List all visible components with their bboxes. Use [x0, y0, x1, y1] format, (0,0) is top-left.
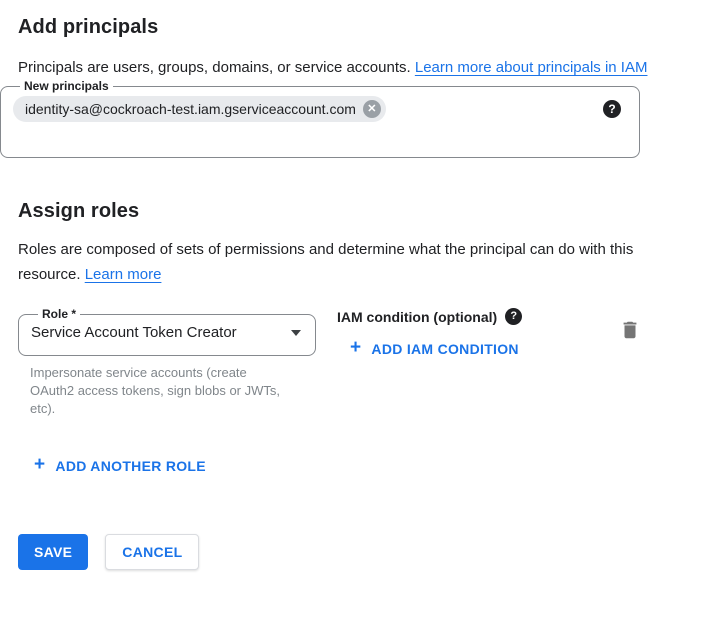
iam-condition-column: IAM condition (optional) ? + ADD IAM CON… [337, 308, 522, 359]
role-label: Role * [38, 308, 80, 320]
plus-icon: + [350, 338, 361, 357]
new-principals-field[interactable]: New principals identity-sa@cockroach-tes… [0, 80, 640, 158]
iam-condition-help-icon[interactable]: ? [505, 308, 522, 325]
add-iam-condition-button[interactable]: + ADD IAM CONDITION [350, 339, 519, 358]
chip-remove-icon[interactable]: ✕ [363, 100, 381, 118]
trash-icon [619, 329, 641, 344]
cancel-button[interactable]: CANCEL [105, 534, 199, 570]
save-button[interactable]: SAVE [18, 534, 88, 570]
add-another-role-button[interactable]: + ADD ANOTHER ROLE [34, 456, 206, 475]
principals-description-text: Principals are users, groups, domains, o… [18, 59, 411, 76]
assign-roles-title: Assign roles [18, 198, 713, 224]
page-title: Add principals [18, 0, 713, 40]
role-selected-value: Service Account Token Creator [31, 324, 237, 341]
role-label-text: Role * [42, 307, 76, 321]
delete-role-button[interactable] [619, 319, 641, 344]
iam-condition-label-row: IAM condition (optional) ? [337, 308, 522, 325]
role-description-text: Impersonate service accounts (create OAu… [30, 364, 280, 418]
new-principals-label-text: New principals [24, 79, 109, 93]
roles-description: Roles are composed of sets of permission… [18, 237, 663, 287]
chevron-down-icon [291, 330, 301, 336]
add-another-role-label: ADD ANOTHER ROLE [55, 458, 206, 474]
role-select[interactable]: Role * Service Account Token Creator [18, 308, 316, 356]
new-principals-label: New principals [20, 80, 113, 92]
learn-more-roles-link[interactable]: Learn more [85, 266, 162, 283]
role-column: Role * Service Account Token Creator Imp… [18, 308, 316, 418]
learn-more-principals-link[interactable]: Learn more about principals in IAM [415, 59, 648, 76]
role-value-row: Service Account Token Creator [31, 324, 303, 341]
principals-description: Principals are users, groups, domains, o… [18, 55, 663, 80]
plus-icon: + [34, 455, 45, 474]
iam-condition-label: IAM condition (optional) [337, 309, 497, 325]
dialog-actions: SAVE CANCEL [18, 534, 713, 570]
principal-chip-label: identity-sa@cockroach-test.iam.gservicea… [25, 101, 356, 117]
add-iam-condition-label: ADD IAM CONDITION [371, 341, 518, 357]
principal-chip[interactable]: identity-sa@cockroach-test.iam.gservicea… [13, 96, 386, 122]
role-entry-row: Role * Service Account Token Creator Imp… [18, 308, 713, 418]
principals-help-icon[interactable]: ? [603, 100, 621, 118]
new-principals-row: identity-sa@cockroach-test.iam.gservicea… [13, 92, 627, 122]
